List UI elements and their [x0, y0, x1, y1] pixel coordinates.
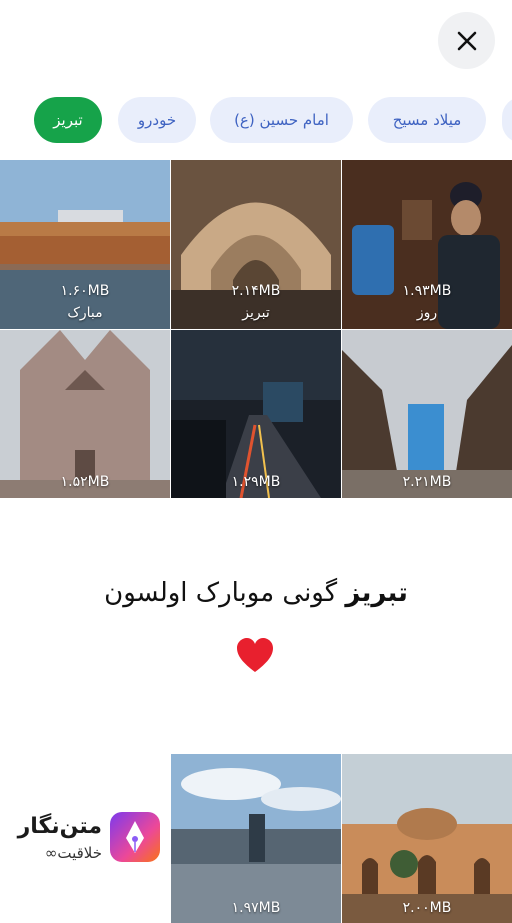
heart-icon: [237, 638, 273, 672]
file-size: ۱.۲۹MB: [231, 474, 281, 490]
chip-christmas[interactable]: میلاد مسیح: [368, 97, 486, 143]
grid-tile[interactable]: ۱.۲۹MB: [171, 330, 341, 498]
screen: تبریز خودرو امام حسین (ع) میلاد مسیح ۱.۶…: [0, 0, 512, 923]
close-button[interactable]: [438, 12, 495, 69]
grid-tile[interactable]: ۱.۹۳MB روز: [342, 160, 512, 329]
tile-image: [342, 160, 512, 329]
tile-image: [171, 160, 341, 329]
message-bold: تبریز: [345, 578, 408, 608]
grid-tile[interactable]: ۱.۹۷MB: [171, 754, 341, 923]
category-chips: تبریز خودرو امام حسین (ع) میلاد مسیح: [0, 97, 512, 143]
tile-image: [342, 754, 512, 923]
image-caption: مبارک: [67, 305, 103, 321]
close-icon: [457, 31, 476, 50]
file-size: ۱.۹۳MB: [402, 283, 452, 299]
brand-tagline: خلاقیت∞: [44, 844, 102, 862]
chip-car[interactable]: خودرو: [118, 97, 196, 143]
grid-tile[interactable]: ۱.۶۰MB مبارک: [0, 160, 170, 329]
brand-block: متن‌نگار خلاقیت∞: [14, 812, 164, 867]
grid-tile[interactable]: ۲.۲۱MB: [342, 330, 512, 498]
chip-imam-hossein[interactable]: امام حسین (ع): [210, 97, 353, 143]
grid-tile[interactable]: ۲.۱۴MB تبریز: [171, 160, 341, 329]
file-size: ۲.۱۴MB: [231, 283, 281, 299]
image-grid: ۱.۶۰MB مبارک ۲.۱۴MB تبریز ۱.۹۳MB روز ۱.۵…: [0, 160, 512, 498]
file-size: ۱.۶۰MB: [60, 283, 110, 299]
brand-name: متن‌نگار: [17, 814, 102, 839]
tile-image: [171, 330, 341, 498]
grid-tile[interactable]: ۱.۵۲MB: [0, 330, 170, 498]
pen-nib-icon: [110, 812, 160, 862]
file-size: ۱.۵۲MB: [60, 474, 110, 490]
tile-image: [342, 330, 512, 498]
grid-tile[interactable]: ۲.۰۰MB: [342, 754, 512, 923]
message-text: تبریز گونی موبارک اولسون: [0, 578, 512, 608]
image-caption: تبریز: [242, 305, 270, 321]
tile-image: [0, 160, 170, 329]
file-size: ۲.۲۱MB: [402, 474, 452, 490]
tile-image: [171, 754, 341, 923]
file-size: ۱.۹۷MB: [231, 900, 281, 916]
chip-tabriz[interactable]: تبریز: [34, 97, 102, 143]
image-caption: روز: [416, 305, 438, 321]
chip-partial[interactable]: [502, 97, 512, 143]
tile-image: [0, 330, 170, 498]
file-size: ۲.۰۰MB: [402, 900, 452, 916]
message-rest: گونی موبارک اولسون: [104, 578, 346, 608]
